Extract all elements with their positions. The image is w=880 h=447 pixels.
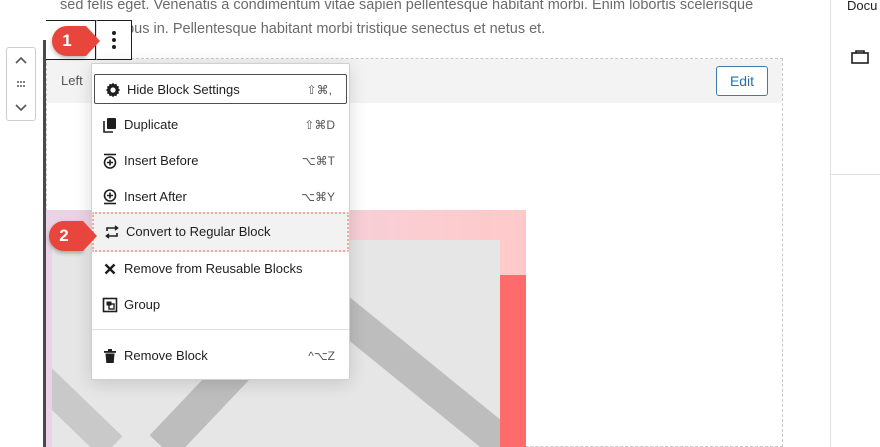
menu-item-shortcut: ^⌥Z <box>308 349 335 363</box>
menu-item-label: Convert to Regular Block <box>126 224 271 239</box>
callout-step-1: 1 <box>52 26 100 56</box>
menu-item-insert-before[interactable]: Insert Before ⌥⌘T <box>92 146 349 176</box>
sidebar-divider <box>831 174 880 175</box>
menu-item-label: Remove Block <box>124 348 208 363</box>
menu-item-group[interactable]: Group <box>92 290 349 320</box>
more-options-button[interactable] <box>96 20 132 60</box>
menu-item-shortcut: ⌥⌘Y <box>301 190 335 204</box>
kebab-dot <box>112 31 116 35</box>
settings-sidebar <box>830 0 880 447</box>
menu-item-shortcut: ⇧⌘, <box>306 83 332 97</box>
chevron-down-icon <box>15 104 27 112</box>
menu-item-convert-to-regular-block[interactable]: Convert to Regular Block <box>92 212 349 252</box>
image-accent-strip <box>500 275 526 447</box>
menu-item-duplicate[interactable]: Duplicate ⇧⌘D <box>92 110 349 140</box>
menu-item-shortcut: ⇧⌘D <box>304 118 335 132</box>
kebab-dot <box>112 38 116 42</box>
insert-after-icon <box>102 189 118 205</box>
gear-icon <box>105 82 121 98</box>
alignment-label: Left <box>61 73 83 88</box>
menu-item-remove-block[interactable]: Remove Block ^⌥Z <box>92 341 349 371</box>
trash-icon <box>102 348 118 364</box>
menu-item-remove-from-reusable-blocks[interactable]: Remove from Reusable Blocks <box>92 254 349 284</box>
menu-divider <box>92 329 349 330</box>
menu-item-label: Insert After <box>124 189 187 204</box>
editor-canvas: sed felis eget. Venenatis a condimentum … <box>0 0 880 447</box>
menu-item-shortcut: ⌥⌘T <box>301 154 335 168</box>
menu-item-label: Remove from Reusable Blocks <box>124 261 303 276</box>
block-options-menu: Hide Block Settings ⇧⌘, Duplicate ⇧⌘D In… <box>91 63 350 380</box>
block-mover <box>6 47 36 121</box>
block-icon <box>851 50 869 64</box>
menu-item-insert-after[interactable]: Insert After ⌥⌘Y <box>92 182 349 212</box>
sidebar-tab-document[interactable]: Docu <box>847 0 877 13</box>
drag-handle[interactable] <box>7 72 35 96</box>
insert-before-icon <box>102 153 118 169</box>
menu-item-label: Hide Block Settings <box>127 82 240 97</box>
menu-item-label: Insert Before <box>124 153 199 168</box>
convert-icon <box>104 224 120 240</box>
menu-item-label: Duplicate <box>124 117 179 132</box>
move-up-button[interactable] <box>7 48 35 72</box>
menu-item-label: Group <box>124 297 161 312</box>
close-icon <box>102 261 118 277</box>
menu-item-hide-block-settings[interactable]: Hide Block Settings ⇧⌘, <box>94 74 347 104</box>
paragraph-line-1: sed felis eget. Venenatis a condimentum … <box>60 0 754 13</box>
chevron-up-icon <box>15 56 27 64</box>
paragraph-line-2: n dui faucibus in. Pellentesque habitant… <box>60 21 546 37</box>
group-icon <box>102 297 118 313</box>
move-down-button[interactable] <box>7 96 35 120</box>
edit-button[interactable]: Edit <box>716 66 768 96</box>
kebab-dot <box>112 45 116 49</box>
drag-handle-icon <box>17 81 25 87</box>
callout-step-2: 2 <box>49 221 97 251</box>
callout-number: 2 <box>59 226 69 245</box>
callout-number: 1 <box>62 31 72 50</box>
duplicate-icon <box>102 117 118 133</box>
paragraph-block[interactable]: sed felis eget. Venenatis a condimentum … <box>60 0 800 41</box>
